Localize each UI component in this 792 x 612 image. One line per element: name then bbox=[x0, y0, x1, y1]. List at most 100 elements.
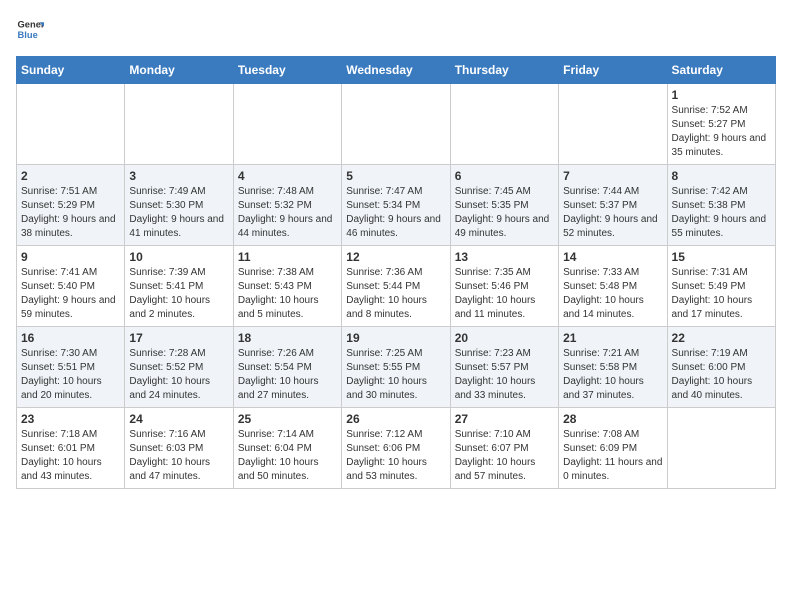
day-info: Sunrise: 7:21 AMSunset: 5:58 PMDaylight:… bbox=[563, 347, 662, 403]
calendar-cell: 27 Sunrise: 7:10 AMSunset: 6:07 PMDayligh… bbox=[450, 408, 558, 489]
day-info: Sunrise: 7:10 AMSunset: 6:07 PMDaylight:… bbox=[455, 428, 554, 484]
day-number: 15 bbox=[672, 250, 771, 264]
day-number: 6 bbox=[455, 169, 554, 183]
calendar-table: SundayMondayTuesdayWednesdayThursdayFrid… bbox=[16, 56, 776, 489]
day-info: Sunrise: 7:19 AMSunset: 6:00 PMDaylight:… bbox=[672, 347, 771, 403]
day-number: 8 bbox=[672, 169, 771, 183]
svg-text:Blue: Blue bbox=[18, 30, 38, 40]
calendar-body: 1 Sunrise: 7:52 AMSunset: 5:27 PMDaylight… bbox=[17, 84, 776, 489]
day-number: 27 bbox=[455, 412, 554, 426]
calendar-cell: 23 Sunrise: 7:18 AMSunset: 6:01 PMDayligh… bbox=[17, 408, 125, 489]
day-number: 25 bbox=[238, 412, 337, 426]
day-info: Sunrise: 7:35 AMSunset: 5:46 PMDaylight:… bbox=[455, 266, 554, 322]
calendar-cell: 1 Sunrise: 7:52 AMSunset: 5:27 PMDaylight… bbox=[667, 84, 775, 165]
calendar-cell: 2Sunrise: 7:51 AMSunset: 5:29 PMDaylight… bbox=[17, 165, 125, 246]
day-number: 9 bbox=[21, 250, 120, 264]
calendar-cell: 6 Sunrise: 7:45 AMSunset: 5:35 PMDaylight… bbox=[450, 165, 558, 246]
calendar-cell bbox=[125, 84, 233, 165]
weekday-header-monday: Monday bbox=[125, 57, 233, 84]
calendar-cell: 16 Sunrise: 7:30 AMSunset: 5:51 PMDayligh… bbox=[17, 327, 125, 408]
calendar-cell: 13Sunrise: 7:35 AMSunset: 5:46 PMDayligh… bbox=[450, 246, 558, 327]
day-number: 28 bbox=[563, 412, 662, 426]
calendar-cell: 12 Sunrise: 7:36 AMSunset: 5:44 PMDayligh… bbox=[342, 246, 450, 327]
calendar-cell bbox=[559, 84, 667, 165]
day-info: Sunrise: 7:47 AMSunset: 5:34 PMDaylight:… bbox=[346, 185, 445, 241]
day-number: 1 bbox=[672, 88, 771, 102]
day-number: 17 bbox=[129, 331, 228, 345]
day-info: Sunrise: 7:26 AMSunset: 5:54 PMDaylight:… bbox=[238, 347, 337, 403]
weekday-header-friday: Friday bbox=[559, 57, 667, 84]
day-info: Sunrise: 7:14 AMSunset: 6:04 PMDaylight:… bbox=[238, 428, 337, 484]
day-number: 10 bbox=[129, 250, 228, 264]
day-info: Sunrise: 7:08 AMSunset: 6:09 PMDaylight:… bbox=[563, 428, 662, 484]
day-number: 16 bbox=[21, 331, 120, 345]
day-info: Sunrise: 7:18 AMSunset: 6:01 PMDaylight:… bbox=[21, 428, 120, 484]
calendar-cell: 5 Sunrise: 7:47 AMSunset: 5:34 PMDaylight… bbox=[342, 165, 450, 246]
day-number: 14 bbox=[563, 250, 662, 264]
day-number: 24 bbox=[129, 412, 228, 426]
calendar-cell: 28 Sunrise: 7:08 AMSunset: 6:09 PMDayligh… bbox=[559, 408, 667, 489]
calendar-cell: 18 Sunrise: 7:26 AMSunset: 5:54 PMDayligh… bbox=[233, 327, 341, 408]
day-number: 21 bbox=[563, 331, 662, 345]
logo: General Blue bbox=[16, 16, 48, 44]
day-number: 19 bbox=[346, 331, 445, 345]
day-info: Sunrise: 7:12 AMSunset: 6:06 PMDaylight:… bbox=[346, 428, 445, 484]
calendar-cell: 3Sunrise: 7:49 AMSunset: 5:30 PMDaylight… bbox=[125, 165, 233, 246]
calendar-week-5: 23 Sunrise: 7:18 AMSunset: 6:01 PMDayligh… bbox=[17, 408, 776, 489]
day-number: 3 bbox=[129, 169, 228, 183]
calendar-cell: 11 Sunrise: 7:38 AMSunset: 5:43 PMDayligh… bbox=[233, 246, 341, 327]
calendar-cell bbox=[667, 408, 775, 489]
day-info: Sunrise: 7:48 AMSunset: 5:32 PMDaylight:… bbox=[238, 185, 337, 241]
weekday-header-thursday: Thursday bbox=[450, 57, 558, 84]
weekday-header-saturday: Saturday bbox=[667, 57, 775, 84]
day-number: 2 bbox=[21, 169, 120, 183]
calendar-cell: 9 Sunrise: 7:41 AMSunset: 5:40 PMDaylight… bbox=[17, 246, 125, 327]
page-header: General Blue bbox=[16, 16, 776, 44]
day-number: 26 bbox=[346, 412, 445, 426]
calendar-cell: 20 Sunrise: 7:23 AMSunset: 5:57 PMDayligh… bbox=[450, 327, 558, 408]
calendar-cell: 21 Sunrise: 7:21 AMSunset: 5:58 PMDayligh… bbox=[559, 327, 667, 408]
day-number: 5 bbox=[346, 169, 445, 183]
day-info: Sunrise: 7:31 AMSunset: 5:49 PMDaylight:… bbox=[672, 266, 771, 322]
svg-text:General: General bbox=[18, 20, 44, 30]
day-info: Sunrise: 7:45 AMSunset: 5:35 PMDaylight:… bbox=[455, 185, 554, 241]
day-info: Sunrise: 7:52 AMSunset: 5:27 PMDaylight:… bbox=[672, 104, 771, 160]
day-number: 22 bbox=[672, 331, 771, 345]
day-number: 11 bbox=[238, 250, 337, 264]
calendar-week-2: 2Sunrise: 7:51 AMSunset: 5:29 PMDaylight… bbox=[17, 165, 776, 246]
calendar-cell bbox=[342, 84, 450, 165]
day-info: Sunrise: 7:39 AMSunset: 5:41 PMDaylight:… bbox=[129, 266, 228, 322]
day-number: 7 bbox=[563, 169, 662, 183]
weekday-header-wednesday: Wednesday bbox=[342, 57, 450, 84]
day-number: 4 bbox=[238, 169, 337, 183]
day-info: Sunrise: 7:38 AMSunset: 5:43 PMDaylight:… bbox=[238, 266, 337, 322]
calendar-cell: 17 Sunrise: 7:28 AMSunset: 5:52 PMDayligh… bbox=[125, 327, 233, 408]
day-number: 20 bbox=[455, 331, 554, 345]
day-info: Sunrise: 7:30 AMSunset: 5:51 PMDaylight:… bbox=[21, 347, 120, 403]
day-info: Sunrise: 7:16 AMSunset: 6:03 PMDaylight:… bbox=[129, 428, 228, 484]
weekday-header-sunday: Sunday bbox=[17, 57, 125, 84]
day-info: Sunrise: 7:36 AMSunset: 5:44 PMDaylight:… bbox=[346, 266, 445, 322]
calendar-cell: 7 Sunrise: 7:44 AMSunset: 5:37 PMDaylight… bbox=[559, 165, 667, 246]
calendar-cell bbox=[450, 84, 558, 165]
day-info: Sunrise: 7:28 AMSunset: 5:52 PMDaylight:… bbox=[129, 347, 228, 403]
logo-icon: General Blue bbox=[16, 16, 44, 44]
day-number: 12 bbox=[346, 250, 445, 264]
calendar-week-3: 9 Sunrise: 7:41 AMSunset: 5:40 PMDaylight… bbox=[17, 246, 776, 327]
day-number: 18 bbox=[238, 331, 337, 345]
day-info: Sunrise: 7:25 AMSunset: 5:55 PMDaylight:… bbox=[346, 347, 445, 403]
weekday-header-row: SundayMondayTuesdayWednesdayThursdayFrid… bbox=[17, 57, 776, 84]
day-info: Sunrise: 7:23 AMSunset: 5:57 PMDaylight:… bbox=[455, 347, 554, 403]
calendar-cell: 4 Sunrise: 7:48 AMSunset: 5:32 PMDaylight… bbox=[233, 165, 341, 246]
day-info: Sunrise: 7:41 AMSunset: 5:40 PMDaylight:… bbox=[21, 266, 120, 322]
day-info: Sunrise: 7:44 AMSunset: 5:37 PMDaylight:… bbox=[563, 185, 662, 241]
calendar-cell: 19 Sunrise: 7:25 AMSunset: 5:55 PMDayligh… bbox=[342, 327, 450, 408]
calendar-cell: 22 Sunrise: 7:19 AMSunset: 6:00 PMDayligh… bbox=[667, 327, 775, 408]
calendar-cell: 24 Sunrise: 7:16 AMSunset: 6:03 PMDayligh… bbox=[125, 408, 233, 489]
weekday-header-tuesday: Tuesday bbox=[233, 57, 341, 84]
calendar-week-4: 16 Sunrise: 7:30 AMSunset: 5:51 PMDayligh… bbox=[17, 327, 776, 408]
calendar-cell: 26 Sunrise: 7:12 AMSunset: 6:06 PMDayligh… bbox=[342, 408, 450, 489]
day-number: 23 bbox=[21, 412, 120, 426]
calendar-cell: 10 Sunrise: 7:39 AMSunset: 5:41 PMDayligh… bbox=[125, 246, 233, 327]
calendar-cell: 14Sunrise: 7:33 AMSunset: 5:48 PMDayligh… bbox=[559, 246, 667, 327]
